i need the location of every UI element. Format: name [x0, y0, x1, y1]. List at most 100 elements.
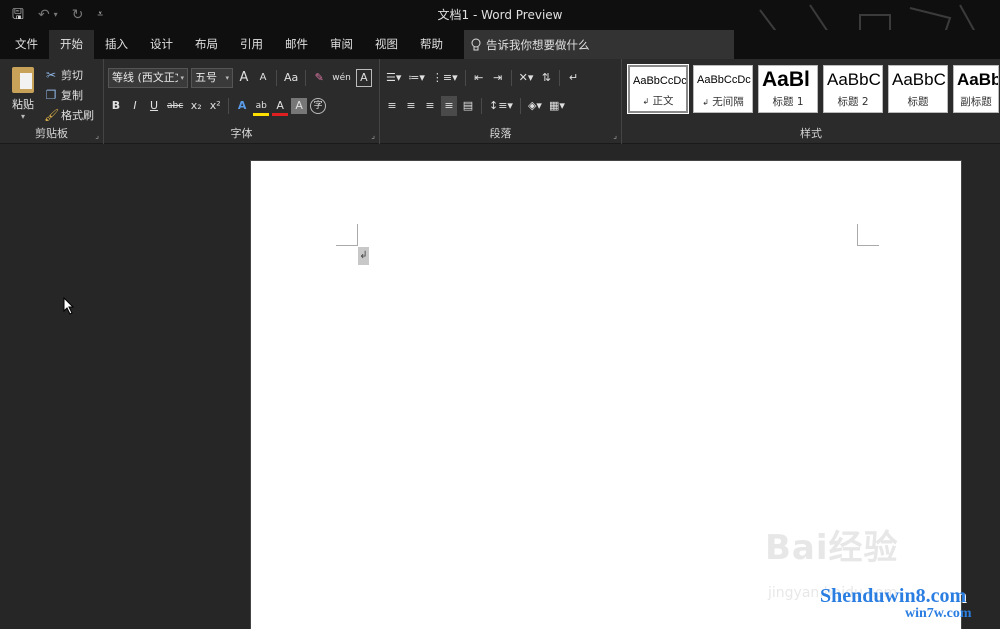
- style-heading-2[interactable]: AaBbC 标题 2: [823, 65, 883, 113]
- tab-insert[interactable]: 插入: [94, 30, 139, 59]
- ribbon-tabs: 文件 开始 插入 设计 布局 引用 邮件 审阅 视图 帮助 告诉我你想要做什么: [0, 30, 1000, 59]
- decrease-indent-icon[interactable]: ⇤: [471, 68, 487, 88]
- char-shading-button[interactable]: A: [291, 98, 308, 114]
- tab-references[interactable]: 引用: [229, 30, 274, 59]
- style-name: 标题 1: [772, 96, 804, 108]
- scissors-icon: ✂: [45, 68, 57, 82]
- numbering-icon[interactable]: ≔▾: [406, 68, 427, 88]
- bullets-icon[interactable]: ☰▾: [384, 68, 403, 88]
- paragraph-group: ☰▾ ≔▾ ⋮≡▾ ⇤ ⇥ ✕▾ ⇅ ↵ ≡ ≡ ≡ ≡ ▤ ↕≡▾ ◈▾ ▦▾…: [380, 59, 622, 144]
- underline-button[interactable]: U: [146, 96, 162, 116]
- tell-me-label: 告诉我你想要做什么: [486, 37, 590, 52]
- chevron-down-icon: ▾: [180, 74, 184, 82]
- bold-button[interactable]: B: [108, 96, 124, 116]
- align-right-icon[interactable]: ≡: [422, 96, 438, 116]
- phonetic-guide-button[interactable]: wén: [330, 68, 353, 88]
- superscript-button[interactable]: x²: [207, 96, 223, 116]
- tab-file[interactable]: 文件: [4, 30, 49, 59]
- clipboard-icon: [12, 67, 34, 93]
- line-spacing-icon[interactable]: ↕≡▾: [487, 96, 515, 116]
- clear-format-icon[interactable]: ✎: [311, 68, 327, 88]
- tab-design[interactable]: 设计: [139, 30, 184, 59]
- font-group: 等线 (西文正文 ▾ 五号 ▾ A A Aa ✎ wén A B I U abc…: [104, 59, 380, 144]
- ribbon: 粘贴 ▾ ✂ 剪切 ❐ 复制 🖌 格式刷 剪贴板 ⌟ 等线 (西文正文 ▾ 五号…: [0, 59, 1000, 144]
- tab-mailings[interactable]: 邮件: [274, 30, 319, 59]
- increase-indent-icon[interactable]: ⇥: [490, 68, 506, 88]
- style-name: 标题 2: [837, 96, 869, 108]
- separator: [276, 70, 277, 86]
- copy-button[interactable]: ❐ 复制: [44, 85, 94, 105]
- dialog-launcher-icon[interactable]: ⌟: [613, 131, 617, 140]
- paste-label: 粘贴: [12, 98, 34, 111]
- style-name: 无间隔: [712, 96, 744, 108]
- lightbulb-icon: [471, 38, 481, 50]
- copy-icon: ❐: [45, 88, 57, 102]
- chinese-layout-icon[interactable]: ✕▾: [517, 68, 536, 88]
- italic-button[interactable]: I: [127, 96, 143, 116]
- style-subtitle[interactable]: AaBb 副标题: [953, 65, 999, 113]
- cut-button[interactable]: ✂ 剪切: [44, 65, 94, 85]
- tab-layout[interactable]: 布局: [184, 30, 229, 59]
- baidu-watermark: Bai经验: [765, 528, 899, 568]
- enclose-chars-button[interactable]: 字: [310, 98, 327, 114]
- subscript-button[interactable]: x₂: [188, 96, 204, 116]
- font-size-select[interactable]: 五号 ▾: [191, 68, 233, 88]
- style-name: 副标题: [960, 96, 992, 108]
- styles-gallery: AaBbCcDc ↲ 正文 AaBbCcDc ↲ 无间隔 AaBl 标题 1 A…: [627, 64, 999, 117]
- dialog-launcher-icon[interactable]: ⌟: [95, 131, 99, 140]
- clipboard-group-label: 剪贴板: [35, 127, 68, 140]
- tell-me-box[interactable]: 告诉我你想要做什么: [464, 30, 734, 59]
- style-preview: AaBbC: [827, 70, 881, 89]
- show-marks-icon[interactable]: ↵: [565, 68, 581, 88]
- crop-mark-top-right: [857, 224, 879, 246]
- tab-review[interactable]: 审阅: [319, 30, 364, 59]
- shading-bucket-icon[interactable]: ◈▾: [526, 96, 544, 116]
- clipboard-group: 粘贴 ▾ ✂ 剪切 ❐ 复制 🖌 格式刷 剪贴板 ⌟: [0, 59, 104, 144]
- style-heading-1[interactable]: AaBl 标题 1: [758, 65, 818, 113]
- styles-group-label: 样式: [800, 127, 822, 140]
- style-preview: AaBbCcDc: [697, 74, 751, 86]
- multilevel-list-icon[interactable]: ⋮≡▾: [430, 68, 460, 88]
- highlight-button[interactable]: ab: [253, 96, 270, 116]
- paragraph-mark: ↲: [358, 247, 369, 265]
- align-left-icon[interactable]: ≡: [384, 96, 400, 116]
- tab-view[interactable]: 视图: [364, 30, 409, 59]
- style-no-spacing[interactable]: AaBbCcDc ↲ 无间隔: [693, 65, 753, 113]
- style-name: 正文: [652, 95, 674, 107]
- style-preview: AaBb: [957, 70, 999, 89]
- tab-home[interactable]: 开始: [49, 30, 94, 59]
- paintbrush-icon: 🖌: [44, 108, 60, 122]
- cut-label: 剪切: [61, 69, 83, 82]
- style-name: 标题: [907, 96, 929, 108]
- site-watermark: Shenduwin8.com: [820, 585, 967, 607]
- title-bar: 🖫 ↶ ▾ ↻ ⩡ 文档1 - Word Preview: [0, 0, 1000, 56]
- font-name-select[interactable]: 等线 (西文正文 ▾: [108, 68, 188, 88]
- justify-icon[interactable]: ≡: [441, 96, 457, 116]
- strikethrough-button[interactable]: abc: [165, 96, 185, 116]
- document-workspace: ↲ Bai经验 jingyan.baidu.com Shenduwin8.com…: [0, 145, 1000, 629]
- shrink-font-button[interactable]: A: [255, 68, 271, 88]
- align-center-icon[interactable]: ≡: [403, 96, 419, 116]
- font-name-value: 等线 (西文正文: [112, 71, 179, 84]
- grow-font-button[interactable]: A: [236, 68, 252, 88]
- distributed-icon[interactable]: ▤: [460, 96, 476, 116]
- char-border-button[interactable]: A: [355, 69, 372, 87]
- tab-help[interactable]: 帮助: [409, 30, 454, 59]
- style-title[interactable]: AaBbC 标题: [888, 65, 948, 113]
- font-color-button[interactable]: A: [272, 96, 289, 116]
- paste-button[interactable]: 粘贴 ▾: [8, 67, 38, 121]
- chevron-down-icon: ▾: [20, 112, 25, 121]
- change-case-button[interactable]: Aa: [282, 68, 300, 88]
- site-watermark-2: win7w.com: [905, 606, 972, 621]
- style-mark-icon: ↲: [642, 97, 650, 106]
- text-effects-button[interactable]: A: [234, 96, 250, 116]
- style-mark-icon: ↲: [702, 98, 709, 107]
- style-normal[interactable]: AaBbCcDc ↲ 正文: [627, 64, 689, 114]
- separator: [481, 98, 482, 114]
- separator: [559, 70, 561, 86]
- borders-icon[interactable]: ▦▾: [547, 96, 567, 116]
- font-size-value: 五号: [195, 71, 217, 84]
- sort-icon[interactable]: ⇅: [538, 68, 554, 88]
- format-painter-button[interactable]: 🖌 格式刷: [44, 105, 94, 125]
- dialog-launcher-icon[interactable]: ⌟: [371, 131, 375, 140]
